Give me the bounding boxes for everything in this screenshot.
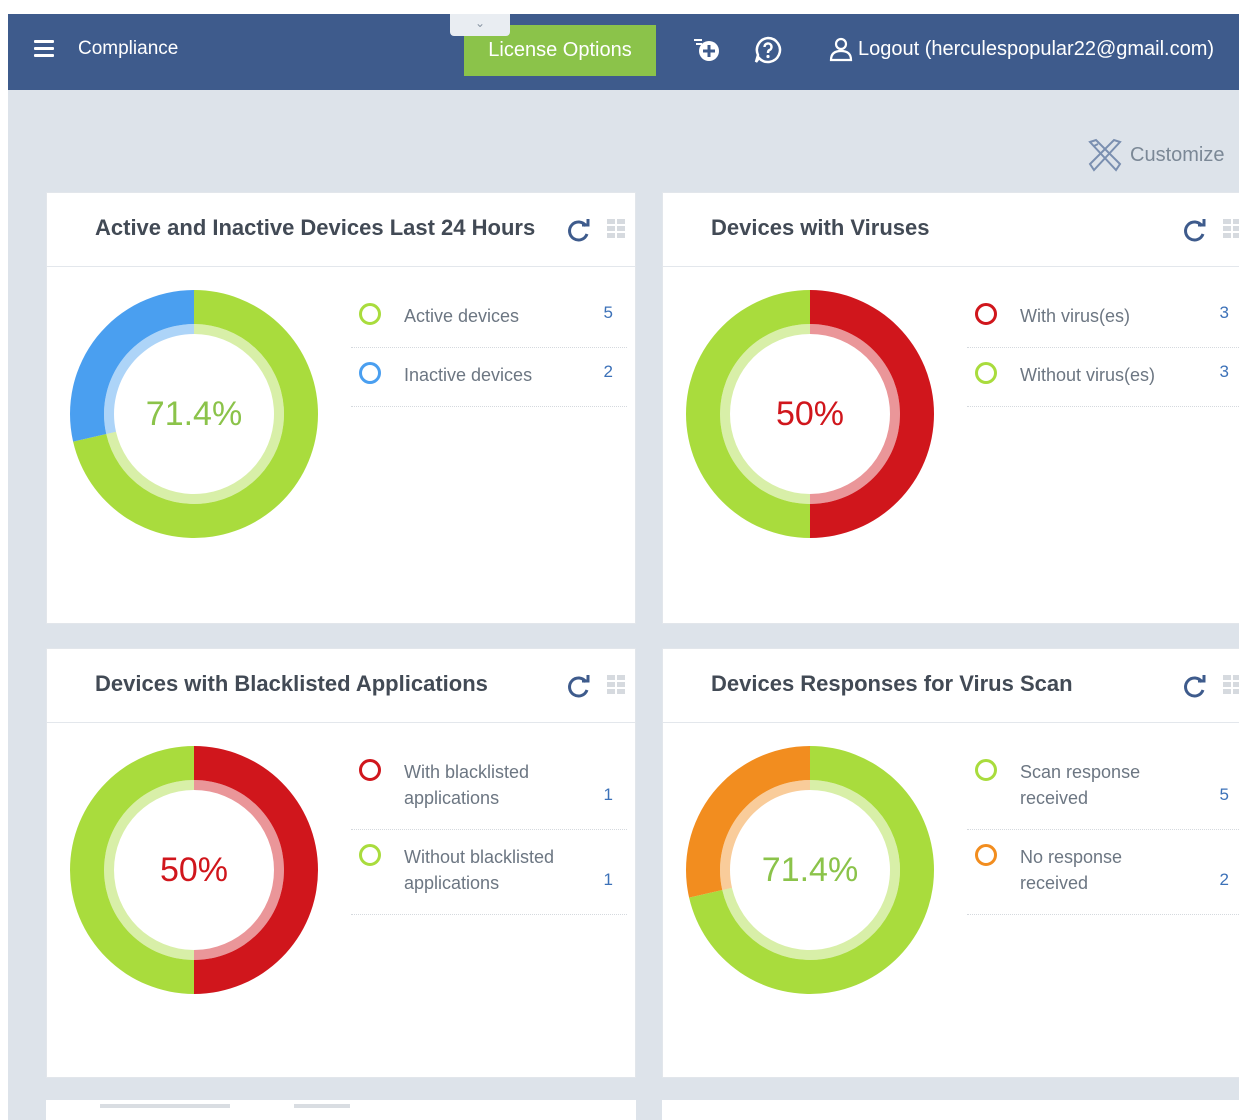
drag-handle-icon[interactable] [1223,675,1239,699]
drag-handle-icon[interactable] [607,219,625,243]
legend-ring-icon [975,759,997,781]
legend-item[interactable]: Without virus(es) 3 [967,348,1239,407]
legend-count[interactable]: 3 [1220,303,1229,323]
widget-header: Devices with Viruses [663,193,1239,267]
widget-title: Devices with Blacklisted Applications [95,671,488,696]
widget-devices-with-viruses: Devices with Viruses 50% With virus(es) … [662,192,1239,624]
legend-label: With blacklisted applications [404,762,530,808]
legend-item[interactable]: Scan response received 5 [967,745,1239,830]
legend-count[interactable]: 1 [604,785,613,805]
legend-count[interactable]: 5 [1220,785,1229,805]
legend-count[interactable]: 2 [1220,870,1229,890]
widget-title: Devices with Viruses [711,215,930,240]
legend-ring-icon [975,362,997,384]
legend-count[interactable]: 1 [604,870,613,890]
legend-label: Active devices [404,306,520,326]
top-bar: Compliance License Options Logout (hercu… [8,14,1239,90]
legend-item[interactable]: With blacklisted applications 1 [351,745,627,830]
legend-ring-icon [359,844,381,866]
widget-next-row [662,1100,1239,1120]
app-frame: ⌄ Compliance License Options Logout (her… [8,14,1239,1120]
widget-header: Active and Inactive Devices Last 24 Hour… [47,193,635,267]
legend-label: Inactive devices [404,365,533,385]
legend-ring-icon [359,362,381,384]
customize-label: Customize [1130,143,1225,166]
refresh-icon[interactable] [1180,673,1208,701]
legend-ring-icon [359,303,381,325]
widget-header: Devices with Blacklisted Applications [47,649,635,723]
widget-title: Active and Inactive Devices Last 24 Hour… [95,215,536,240]
help-icon[interactable] [752,34,784,66]
chart-legend: Scan response received 5 No response rec… [967,745,1239,915]
legend-item[interactable]: Inactive devices 2 [351,348,627,407]
drag-handle-icon[interactable] [607,675,625,699]
refresh-icon[interactable] [1180,217,1208,245]
tools-icon [1088,138,1122,172]
user-icon [829,37,853,62]
legend-ring-icon [975,844,997,866]
widget-virus-scan-responses: Devices Responses for Virus Scan 71.4% S… [662,648,1239,1078]
legend-count[interactable]: 3 [1220,362,1229,382]
donut-center-value: 71.4% [145,394,243,433]
legend-label: Scan response received [1020,762,1141,808]
refresh-icon[interactable] [564,673,592,701]
donut-center-value: 50% [159,850,229,889]
legend-label: Without virus(es) [1020,365,1156,385]
chevron-down-icon[interactable]: ⌄ [450,14,510,36]
legend-ring-icon [975,303,997,325]
legend-count[interactable]: 2 [604,362,613,382]
logout-link[interactable]: Logout (herculespopular22@gmail.com) [828,36,1214,62]
refresh-icon[interactable] [564,217,592,245]
add-ticket-icon[interactable] [691,34,723,66]
page-title: Compliance [78,38,179,59]
widget-title: Devices Responses for Virus Scan [711,671,1073,696]
chart-legend: With virus(es) 3 Without virus(es) 3 [967,289,1239,407]
logout-label: Logout (herculespopular22@gmail.com) [858,37,1215,60]
legend-label: With virus(es) [1020,306,1131,326]
widget-header: Devices Responses for Virus Scan [663,649,1239,723]
legend-count[interactable]: 5 [604,303,613,323]
drag-handle-icon[interactable] [1223,219,1239,243]
legend-item[interactable]: No response received 2 [967,830,1239,915]
legend-label: No response received [1020,847,1123,893]
customize-button[interactable]: Customize [1086,136,1224,174]
legend-item[interactable]: Without blacklisted applications 1 [351,830,627,915]
widget-next-row [46,1100,636,1120]
widget-blacklisted-applications: Devices with Blacklisted Applications 50… [46,648,636,1078]
hamburger-icon[interactable] [34,40,54,58]
chart-legend: Active devices 5 Inactive devices 2 [351,289,627,407]
donut-center-value: 71.4% [761,850,859,889]
chart-legend: With blacklisted applications 1 Without … [351,745,627,915]
donut-center-value: 50% [775,394,845,433]
legend-item[interactable]: Active devices 5 [351,289,627,348]
legend-item[interactable]: With virus(es) 3 [967,289,1239,348]
legend-label: Without blacklisted applications [404,847,555,893]
legend-ring-icon [359,759,381,781]
widget-active-inactive-devices: Active and Inactive Devices Last 24 Hour… [46,192,636,624]
